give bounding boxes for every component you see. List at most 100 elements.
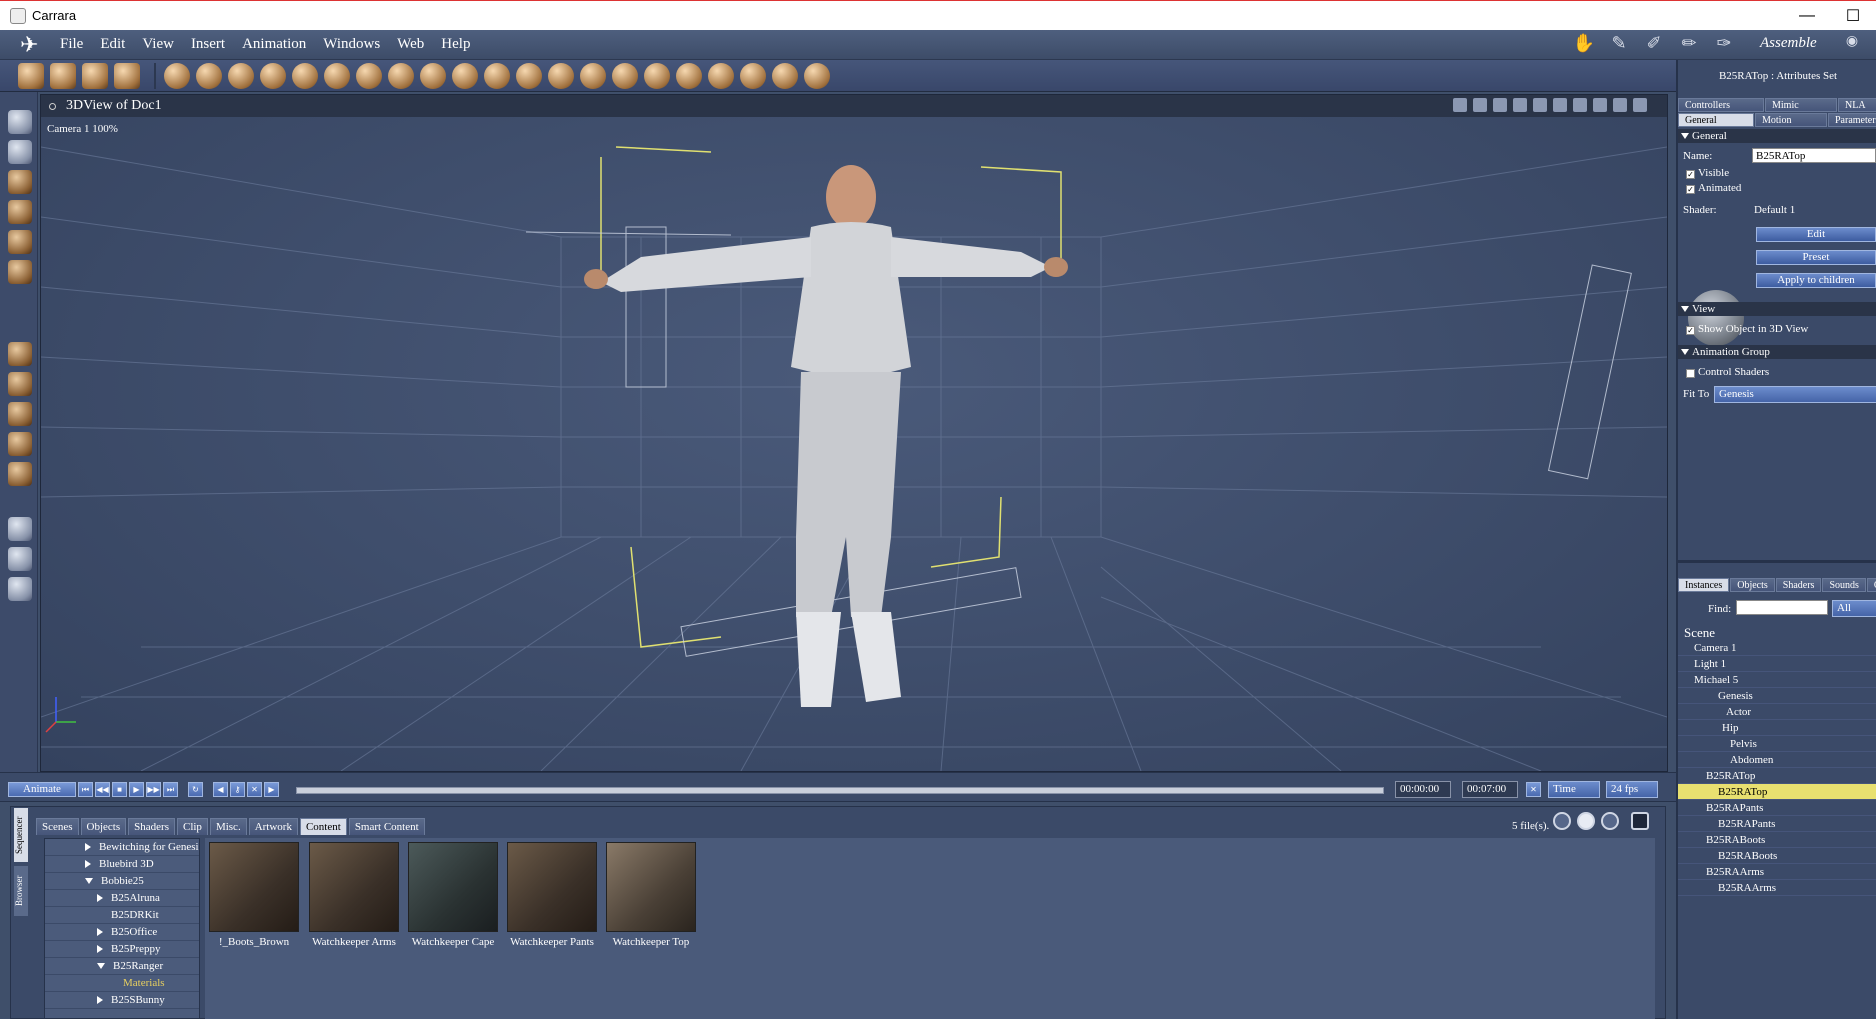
- insert-tree-icon[interactable]: [420, 62, 446, 89]
- tab-instances[interactable]: Instances: [1678, 578, 1730, 592]
- scale-tool-icon[interactable]: [8, 260, 32, 284]
- tree-item[interactable]: Materials: [45, 975, 199, 992]
- tab-objects-list[interactable]: Objects: [1730, 578, 1775, 592]
- move-axis-icon[interactable]: [8, 402, 32, 426]
- view-small-icon[interactable]: [1553, 812, 1571, 830]
- delete-key-icon[interactable]: ✕: [247, 782, 262, 797]
- menu-animation[interactable]: Animation: [242, 36, 306, 53]
- scene-item[interactable]: Hip: [1678, 720, 1876, 736]
- next-key-icon[interactable]: ▶: [264, 782, 279, 797]
- scene-item[interactable]: B25RAPants: [1678, 800, 1876, 816]
- display-sphere-icon[interactable]: [1613, 98, 1627, 112]
- stop-icon[interactable]: ■: [112, 782, 127, 797]
- room-storyboard-icon[interactable]: ✐: [1640, 33, 1668, 57]
- 3d-viewport[interactable]: 3DView of Doc1 Camera 1 100%: [40, 94, 1668, 772]
- prev-key-icon[interactable]: ◀: [213, 782, 228, 797]
- insert-sphere-icon[interactable]: [164, 62, 190, 89]
- menu-file[interactable]: File: [60, 36, 83, 53]
- display-box-icon[interactable]: [1573, 98, 1587, 112]
- insert-bones-icon[interactable]: [740, 62, 766, 89]
- tab-artwork[interactable]: Artwork: [248, 818, 298, 835]
- go-end-icon[interactable]: ⏭: [163, 782, 178, 797]
- twist-tool-icon[interactable]: [8, 200, 32, 224]
- close-x-icon[interactable]: ✕: [1526, 782, 1541, 797]
- end-time-field[interactable]: 00:07:00: [1462, 781, 1518, 798]
- viewport-menu-icon[interactable]: [49, 102, 56, 110]
- thumbnail-item[interactable]: Watchkeeper Arms: [309, 842, 399, 952]
- tree-item[interactable]: Bewitching for Genesis: [45, 839, 199, 856]
- minimize-button[interactable]: —: [1784, 1, 1830, 31]
- menu-edit[interactable]: Edit: [100, 36, 125, 53]
- menu-help[interactable]: Help: [441, 36, 470, 53]
- camera-icon[interactable]: [8, 517, 32, 541]
- display-render-icon[interactable]: [1633, 98, 1647, 112]
- sequencer-side-tab[interactable]: Sequencer: [14, 808, 28, 862]
- filter-select[interactable]: All: [1832, 600, 1876, 617]
- tree-item[interactable]: B25Office: [45, 924, 199, 941]
- layout-single-icon[interactable]: [1453, 98, 1467, 112]
- tab-nla[interactable]: NLA: [1838, 98, 1876, 112]
- scene-item[interactable]: Abdomen: [1678, 752, 1876, 768]
- display-wire-icon[interactable]: [1553, 98, 1567, 112]
- scene-item[interactable]: B25RABoots: [1678, 848, 1876, 864]
- insert-metaball-icon[interactable]: [292, 62, 318, 89]
- tab-motion[interactable]: Motion: [1755, 113, 1827, 127]
- menu-web[interactable]: Web: [397, 36, 424, 53]
- zoom-magnifier-icon[interactable]: [8, 577, 32, 601]
- browser-side-tab[interactable]: Browser: [14, 866, 28, 916]
- animated-checkbox[interactable]: ✓: [1686, 185, 1695, 194]
- insert-rock-icon[interactable]: [644, 62, 670, 89]
- insert-house-icon[interactable]: [580, 62, 606, 89]
- key-icon[interactable]: ⚷: [230, 782, 245, 797]
- thumbnail-item[interactable]: Watchkeeper Cape: [408, 842, 498, 952]
- scene-item[interactable]: B25RAPants: [1678, 816, 1876, 832]
- tab-sounds[interactable]: Sounds: [1822, 578, 1866, 592]
- scene-item[interactable]: Actor: [1678, 704, 1876, 720]
- insert-sea-icon[interactable]: [612, 62, 638, 89]
- thumbnail-item[interactable]: Watchkeeper Top: [606, 842, 696, 952]
- tree-item[interactable]: B25Preppy: [45, 941, 199, 958]
- insert-particles-icon[interactable]: [708, 62, 734, 89]
- scene-item[interactable]: Genesis: [1678, 688, 1876, 704]
- scene-item[interactable]: Pelvis: [1678, 736, 1876, 752]
- menu-insert[interactable]: Insert: [191, 36, 225, 53]
- section-animation-group[interactable]: Animation Group: [1678, 345, 1876, 359]
- tree-item[interactable]: Bluebird 3D: [45, 856, 199, 873]
- move-plane-icon[interactable]: [8, 372, 32, 396]
- time-scrubber[interactable]: [296, 787, 1384, 794]
- layout-quad-icon[interactable]: [1513, 98, 1527, 112]
- insert-plane-icon[interactable]: [388, 62, 414, 89]
- select-arrow-icon[interactable]: [8, 110, 32, 134]
- tab-mimic[interactable]: Mimic: [1765, 98, 1837, 112]
- hand-pan-icon[interactable]: [8, 547, 32, 571]
- trackball-icon[interactable]: [8, 432, 32, 456]
- tab-parameters[interactable]: Parameters: [1828, 113, 1876, 127]
- insert-target-icon[interactable]: [772, 62, 798, 89]
- draw-tool-icon[interactable]: [18, 62, 44, 89]
- loop-icon[interactable]: ↻: [188, 782, 203, 797]
- section-view[interactable]: View: [1678, 302, 1876, 316]
- insert-grid-icon[interactable]: [548, 62, 574, 89]
- layout-double-icon[interactable]: [1473, 98, 1487, 112]
- current-time-field[interactable]: 00:00:00: [1395, 781, 1451, 798]
- tab-general[interactable]: General: [1678, 113, 1754, 127]
- edit-shader-button[interactable]: Edit: [1756, 227, 1876, 242]
- insert-figure-icon[interactable]: [260, 62, 286, 89]
- preset-button[interactable]: Preset: [1756, 250, 1876, 265]
- view-large-icon[interactable]: [1601, 812, 1619, 830]
- insert-vertex-icon[interactable]: [228, 62, 254, 89]
- eye-icon[interactable]: ◉: [1838, 33, 1866, 57]
- scene-item[interactable]: Michael 5: [1678, 672, 1876, 688]
- tab-cl[interactable]: Cl: [1866, 578, 1876, 592]
- rotate-tool-icon[interactable]: [8, 170, 32, 194]
- thumbnail-item[interactable]: !_Boots_Brown: [209, 842, 299, 952]
- tab-objects[interactable]: Objects: [80, 818, 127, 835]
- scene-item[interactable]: B25RABoots: [1678, 832, 1876, 848]
- tab-misc[interactable]: Misc.: [209, 818, 247, 835]
- link-tool-icon[interactable]: [8, 230, 32, 254]
- insert-text-icon[interactable]: [324, 62, 350, 89]
- section-general[interactable]: General: [1678, 129, 1876, 143]
- tab-scenes[interactable]: Scenes: [36, 818, 79, 835]
- scene-item[interactable]: B25RATop: [1678, 768, 1876, 784]
- insert-spline-icon[interactable]: [196, 62, 222, 89]
